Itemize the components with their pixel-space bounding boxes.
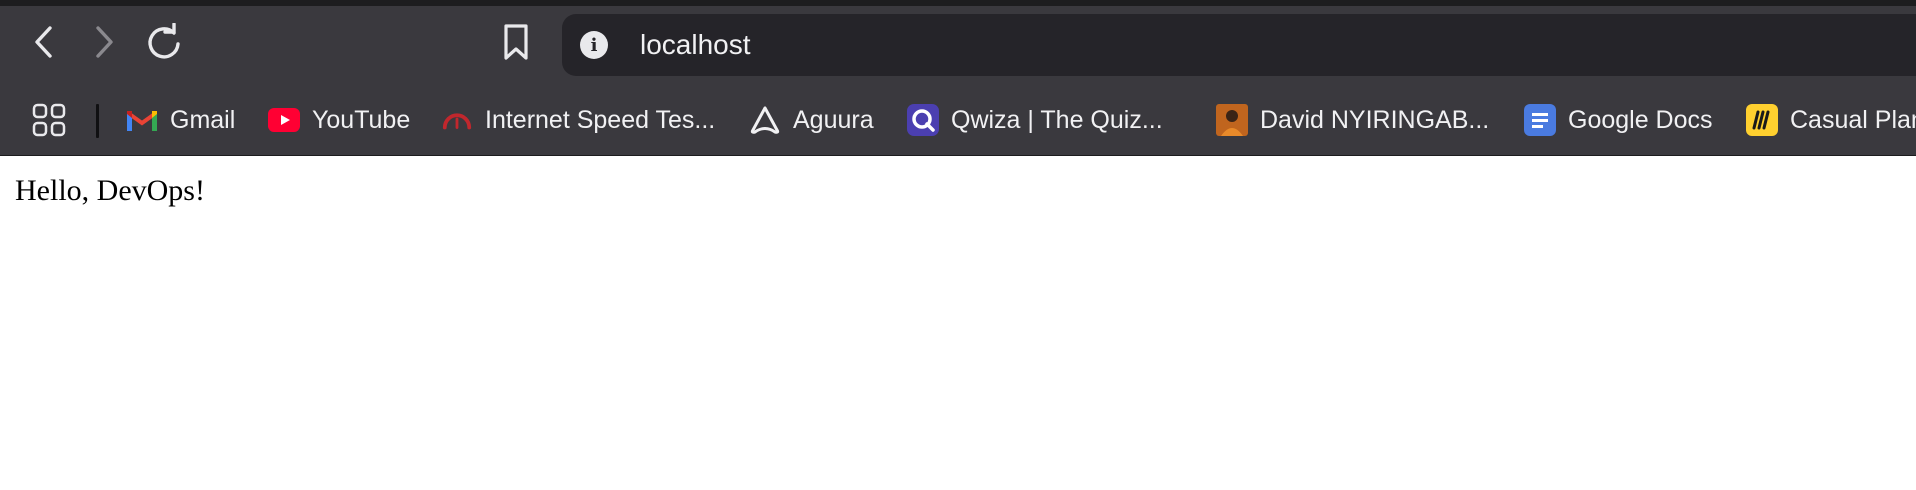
bookmarks-divider [96,104,99,138]
bookmark-label: Aguura [793,105,874,134]
address-text: localhost [640,29,751,60]
gmail-icon [126,104,158,136]
back-button[interactable] [22,20,66,64]
bookmark-david-nyiringab[interactable]: David NYIRINGAB... [1216,100,1489,140]
chevron-right-icon [96,26,113,58]
speedometer-icon [441,104,473,136]
bookmark-icon [504,24,528,60]
bookmark-aguura[interactable]: Aguura [749,100,874,140]
forward-button[interactable] [82,20,126,64]
bookmarks-bar: Gmail YouTube Internet Speed Tes... Aguu… [0,86,1916,154]
bookmark-label: David NYIRINGAB... [1260,105,1490,134]
bookmark-label: YouTube [312,105,411,134]
avatar-icon [1216,104,1248,136]
bookmark-label: Google Docs [1568,105,1713,134]
page-heading-text: Hello, DevOps! [15,174,205,207]
apps-grid-icon[interactable] [32,103,66,137]
reload-icon [148,23,180,59]
aguura-icon [749,104,781,136]
qwiza-icon [907,104,939,136]
bookmark-label: Gmail [170,105,236,134]
bookmark-gmail[interactable]: Gmail [126,100,235,140]
info-icon[interactable]: i [580,31,608,59]
miro-icon [1746,104,1778,136]
reload-button[interactable] [142,20,186,64]
bookmark-label: Casual Plan [1790,105,1916,134]
bookmark-page-button[interactable] [494,20,538,64]
browser-chrome: i localhost Gmail YouTube Internet Speed… [0,0,1916,156]
address-bar[interactable]: i localhost [562,14,1916,76]
bookmark-youtube[interactable]: YouTube [268,100,410,140]
bookmark-internet-speed-test[interactable]: Internet Speed Tes... [441,100,715,140]
bookmark-google-docs[interactable]: Google Docs [1524,100,1713,140]
browser-toolbar: i localhost [0,6,1916,86]
bookmark-label: Internet Speed Tes... [485,105,716,134]
bookmark-casual-plan[interactable]: Casual Plan [1746,100,1916,140]
google-docs-icon [1524,104,1556,136]
bookmark-label: Qwiza | The Quiz... [951,105,1163,134]
page-content: Hello, DevOps! [0,156,1916,490]
bookmark-qwiza[interactable]: Qwiza | The Quiz... [907,100,1163,140]
chevron-left-icon [35,26,52,58]
youtube-icon [268,104,300,136]
